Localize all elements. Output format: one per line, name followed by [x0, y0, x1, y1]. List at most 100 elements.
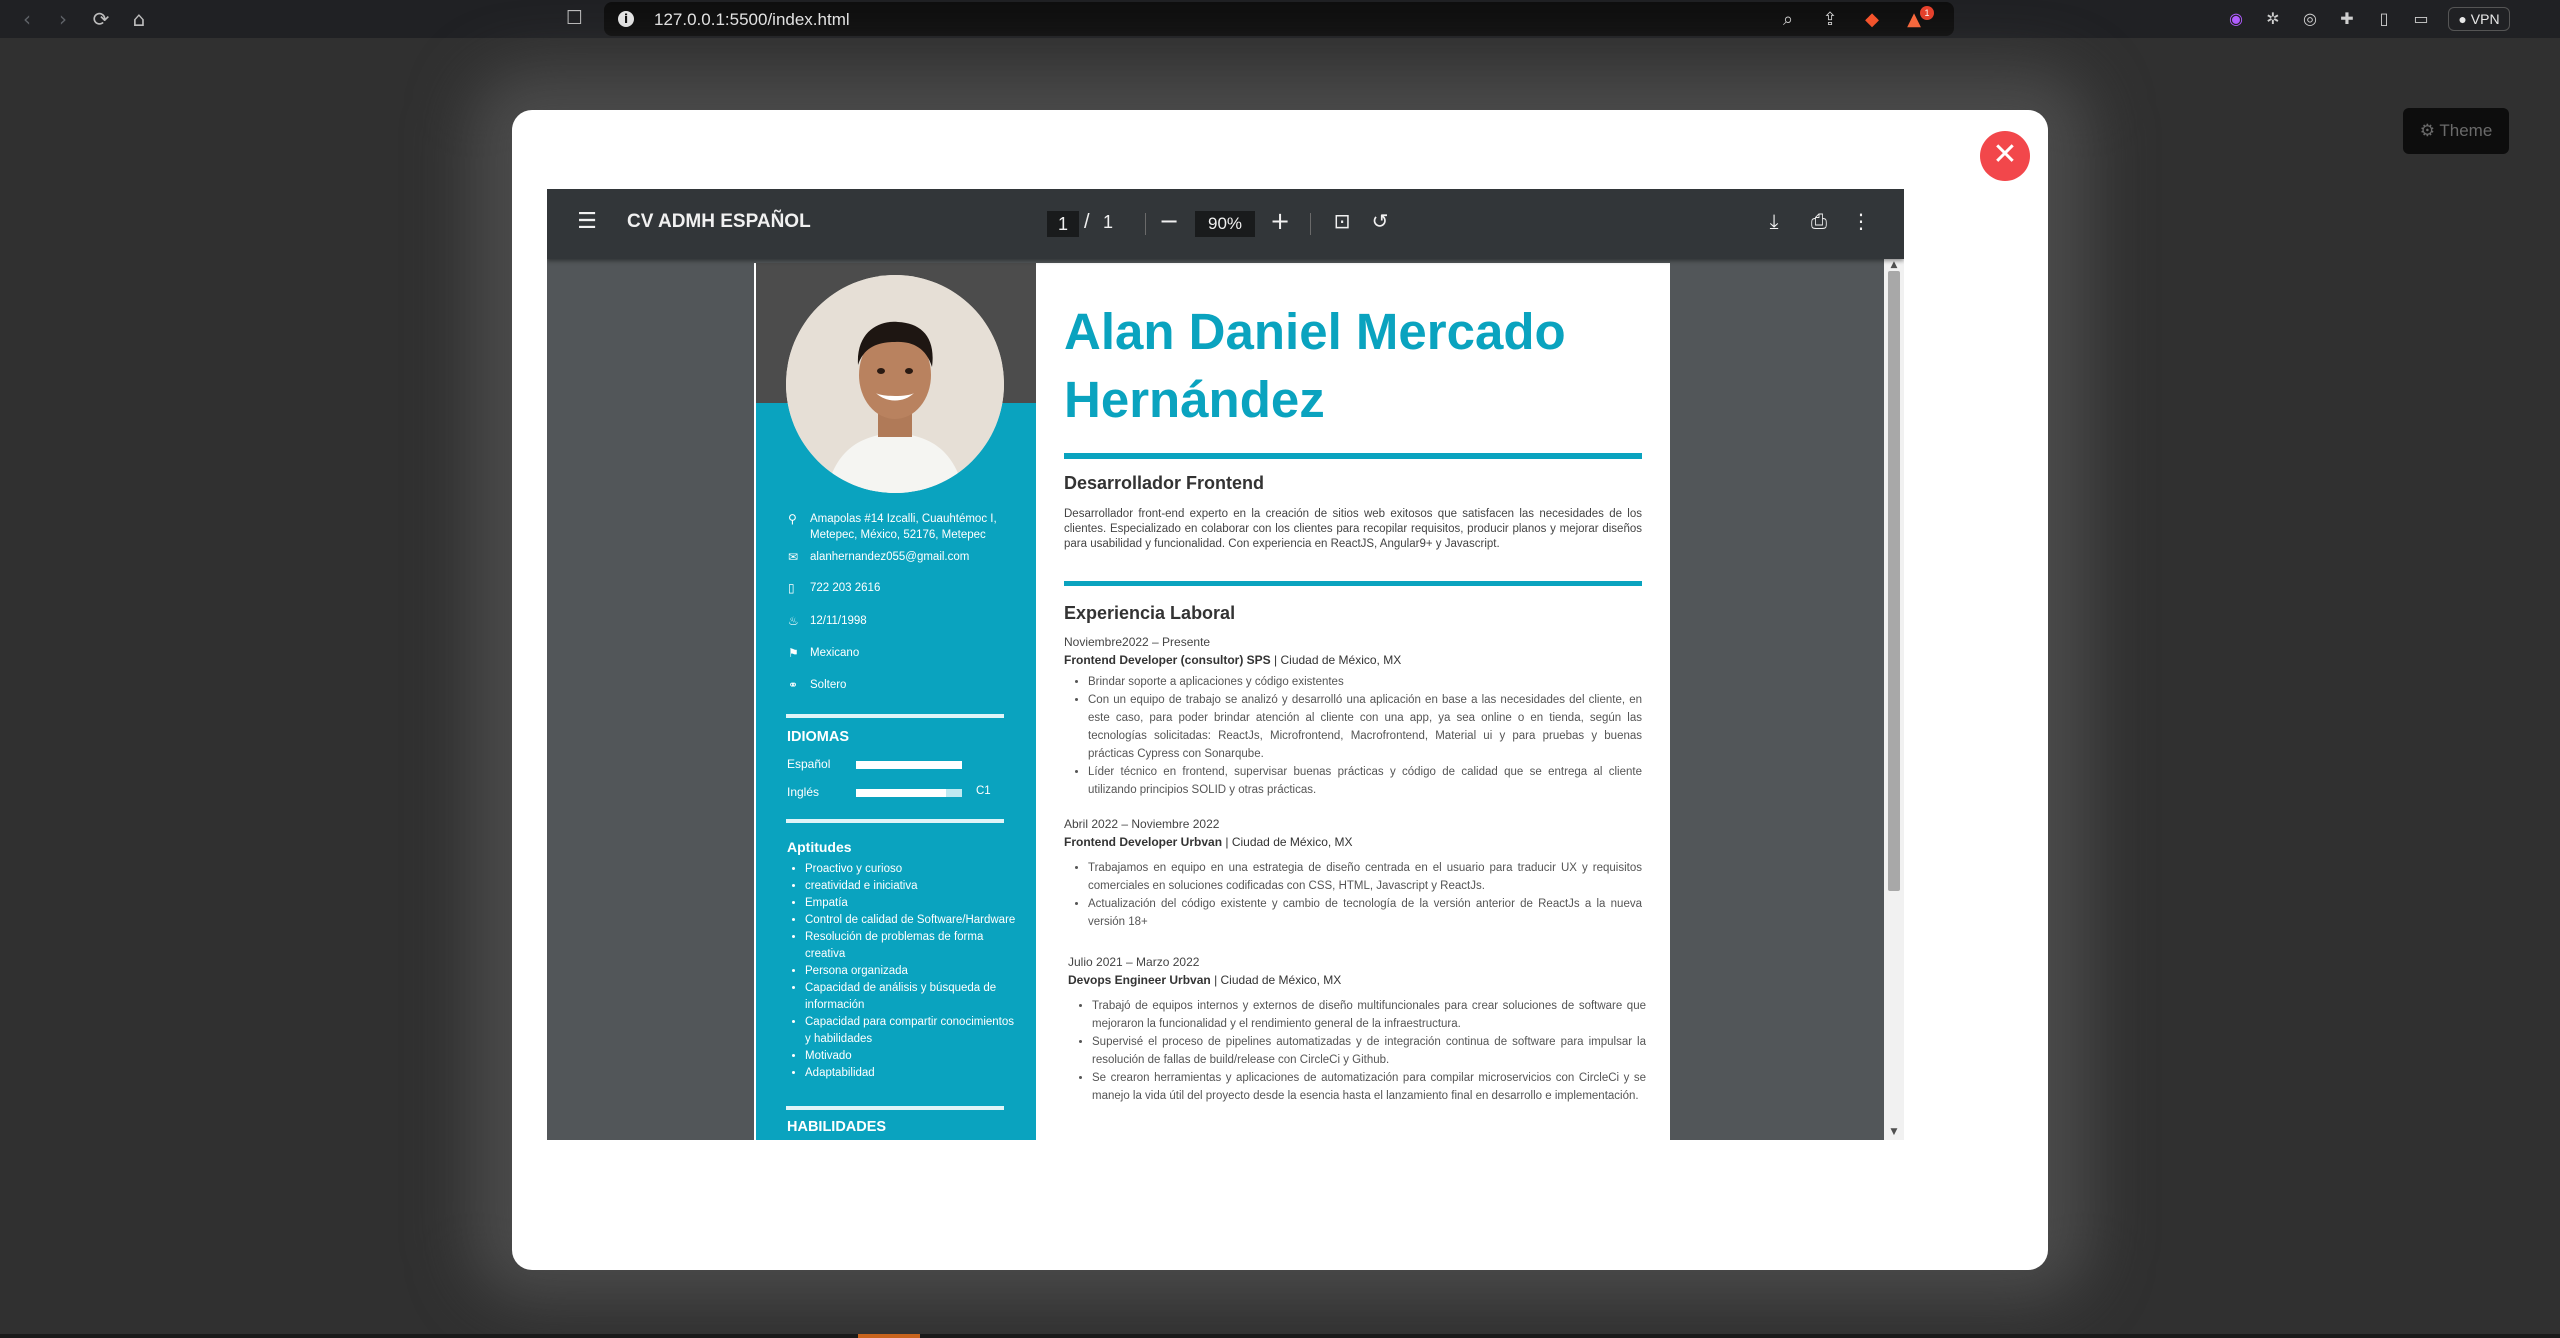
- toolbar-divider: [1145, 213, 1146, 235]
- cv-summary: Desarrollador front-end experto en la cr…: [1064, 508, 1642, 550]
- job-entry: Abril 2022 – Noviembre 2022 Frontend Dev…: [1064, 815, 1642, 931]
- scroll-down-icon[interactable]: ▼: [1888, 1127, 1900, 1137]
- profile-photo: [786, 275, 1004, 493]
- list-item: Empatía: [805, 895, 1017, 912]
- phone-text: 722 203 2616: [810, 582, 881, 594]
- url-text[interactable]: 127.0.0.1:5500/index.html: [654, 10, 850, 30]
- skills-heading: HABILIDADES: [787, 1119, 887, 1135]
- forward-icon[interactable]: ›: [50, 6, 76, 32]
- zoom-out-icon[interactable]: −: [1159, 207, 1179, 235]
- job-title: Frontend Developer Urbvan: [1064, 835, 1223, 849]
- list-item: Capacidad para compartir conocimientos y…: [805, 1014, 1017, 1048]
- download-icon[interactable]: ⤓: [1763, 209, 1785, 233]
- scroll-up-icon[interactable]: ▲: [1888, 260, 1900, 270]
- job-location: | Ciudad de México, MX: [1214, 973, 1342, 987]
- mail-icon: ✉: [788, 550, 799, 564]
- zoom-input[interactable]: 90%: [1195, 211, 1255, 237]
- extensions-icon[interactable]: ✚: [2336, 8, 2358, 30]
- language-level-label: C1: [976, 785, 991, 797]
- pdf-toolbar: ☰ CV ADMH ESPAÑOL 1 / 1 − 90% + ⊡ ↺ ⤓ ⎙ …: [547, 189, 1904, 259]
- more-options-icon[interactable]: ⋮: [1851, 209, 1871, 233]
- browser-toolbar: ‹ › ⟳ ⌂ ☐ i 127.0.0.1:5500/index.html ⌕ …: [0, 0, 2560, 38]
- languages-heading: IDIOMAS: [787, 729, 850, 745]
- back-icon[interactable]: ‹: [14, 6, 40, 32]
- sidebar-icon[interactable]: ▯: [2373, 8, 2395, 30]
- toolbar-divider: [1310, 213, 1311, 235]
- job-dates: Abril 2022 – Noviembre 2022: [1064, 817, 1220, 831]
- zoom-icon[interactable]: ⌕: [1776, 8, 1800, 32]
- print-icon[interactable]: ⎙: [1807, 209, 1831, 233]
- fit-page-icon[interactable]: ⊡: [1331, 209, 1353, 233]
- list-item: Se crearon herramientas y aplicaciones d…: [1092, 1069, 1646, 1105]
- job-dates: Julio 2021 – Marzo 2022: [1068, 955, 1200, 969]
- pdf-scrollbar[interactable]: ▲ ▼: [1884, 259, 1904, 1140]
- email-text: alanhernandez055@gmail.com: [810, 551, 970, 563]
- cv-name: Alan Daniel Mercado Hernández: [1064, 303, 1566, 428]
- share-icon[interactable]: ⇪: [1818, 8, 1842, 32]
- marital-status-text: Soltero: [810, 679, 847, 691]
- list-item: Resolución de problemas de forma creativ…: [805, 929, 1017, 963]
- list-item: Proactivo y curioso: [805, 861, 1017, 878]
- job-entry: Julio 2021 – Marzo 2022 Devops Engineer …: [1068, 953, 1646, 1105]
- vpn-label: VPN: [2470, 11, 2500, 27]
- home-icon[interactable]: ⌂: [126, 6, 152, 32]
- aptitudes-list: Proactivo y curioso creatividad e inicia…: [787, 861, 1017, 1082]
- language-name: Inglés: [787, 785, 820, 799]
- language-level-bar: [856, 761, 962, 769]
- cake-icon: ♨: [788, 614, 799, 628]
- wallet-icon[interactable]: ▭: [2410, 8, 2432, 30]
- job-title: Devops Engineer Urbvan: [1068, 973, 1211, 987]
- sidebar-divider: [786, 714, 1004, 718]
- list-item: Capacidad de análisis y búsqueda de info…: [805, 980, 1017, 1014]
- site-info-icon[interactable]: i: [618, 11, 634, 27]
- pdf-viewer: ☰ CV ADMH ESPAÑOL 1 / 1 − 90% + ⊡ ↺ ⤓ ⎙ …: [547, 189, 1904, 1140]
- extension-icon[interactable]: ◉: [2225, 8, 2247, 30]
- list-item: Líder técnico en frontend, supervisar bu…: [1088, 763, 1642, 799]
- language-level-bar: [856, 789, 962, 797]
- list-item: Motivado: [805, 1048, 1017, 1065]
- job-location: | Ciudad de México, MX: [1225, 835, 1353, 849]
- address-text: Amapolas #14 Izcalli, Cuauhtémoc I, Mete…: [810, 513, 997, 541]
- taskbar-edge: [0, 1334, 2560, 1338]
- list-item: Control de calidad de Software/Hardware: [805, 912, 1017, 929]
- vpn-button[interactable]: ● VPN: [2448, 7, 2510, 31]
- job-location: | Ciudad de México, MX: [1274, 653, 1402, 667]
- theme-label: Theme: [2439, 121, 2493, 140]
- bookmark-icon[interactable]: ☐: [566, 7, 583, 29]
- sidebar-divider: [786, 819, 1004, 823]
- cv-sidebar: ⚲ Amapolas #14 Izcalli, Cuauhtémoc I, Me…: [756, 263, 1036, 1140]
- theme-button[interactable]: ⚙ Theme: [2403, 108, 2509, 154]
- list-item: Con un equipo de trabajo se analizó y de…: [1088, 691, 1642, 763]
- list-item: Trabajamos en equipo en una estrategia d…: [1088, 859, 1642, 895]
- rings-icon: ⚭: [788, 678, 799, 692]
- address-bar[interactable]: i 127.0.0.1:5500/index.html ⌕ ⇪ ◆ ▲ 1: [604, 2, 1954, 36]
- menu-icon[interactable]: ☰: [575, 209, 599, 234]
- flag-icon: ⚑: [788, 646, 799, 660]
- sidebar-divider: [786, 1106, 1004, 1110]
- language-name: Español: [787, 757, 831, 771]
- record-icon[interactable]: ◎: [2299, 8, 2321, 30]
- zoom-in-icon[interactable]: +: [1270, 207, 1290, 235]
- rotate-icon[interactable]: ↺: [1369, 209, 1391, 233]
- main-divider: [1064, 453, 1642, 459]
- list-item: creatividad e iniciativa: [805, 878, 1017, 895]
- list-item: Persona organizada: [805, 963, 1017, 980]
- scrollbar-thumb[interactable]: [1888, 271, 1900, 891]
- brave-shield-icon[interactable]: ◆: [1860, 8, 1884, 32]
- list-item: Brindar soporte a aplicaciones y código …: [1088, 673, 1642, 691]
- main-divider: [1064, 581, 1642, 586]
- cv-role: Desarrollador Frontend: [1064, 473, 1265, 493]
- react-devtools-icon[interactable]: ✲: [2262, 8, 2284, 30]
- reload-icon[interactable]: ⟳: [88, 6, 114, 32]
- list-item: Actualización del código existente y cam…: [1088, 895, 1642, 931]
- pdf-page: ⚲ Amapolas #14 Izcalli, Cuauhtémoc I, Me…: [754, 263, 1670, 1140]
- list-item: Adaptabilidad: [805, 1065, 1017, 1082]
- close-icon[interactable]: ✕: [1980, 131, 2030, 181]
- page-total: 1: [1103, 212, 1114, 232]
- job-entry: Noviembre2022 – Presente Frontend Develo…: [1064, 633, 1642, 799]
- experience-heading: Experiencia Laboral: [1064, 603, 1236, 623]
- page-number-input[interactable]: 1: [1047, 211, 1079, 237]
- nationality-text: Mexicano: [810, 647, 860, 659]
- job-dates: Noviembre2022 – Presente: [1064, 635, 1211, 649]
- job-title: Frontend Developer (consultor) SPS: [1064, 653, 1271, 667]
